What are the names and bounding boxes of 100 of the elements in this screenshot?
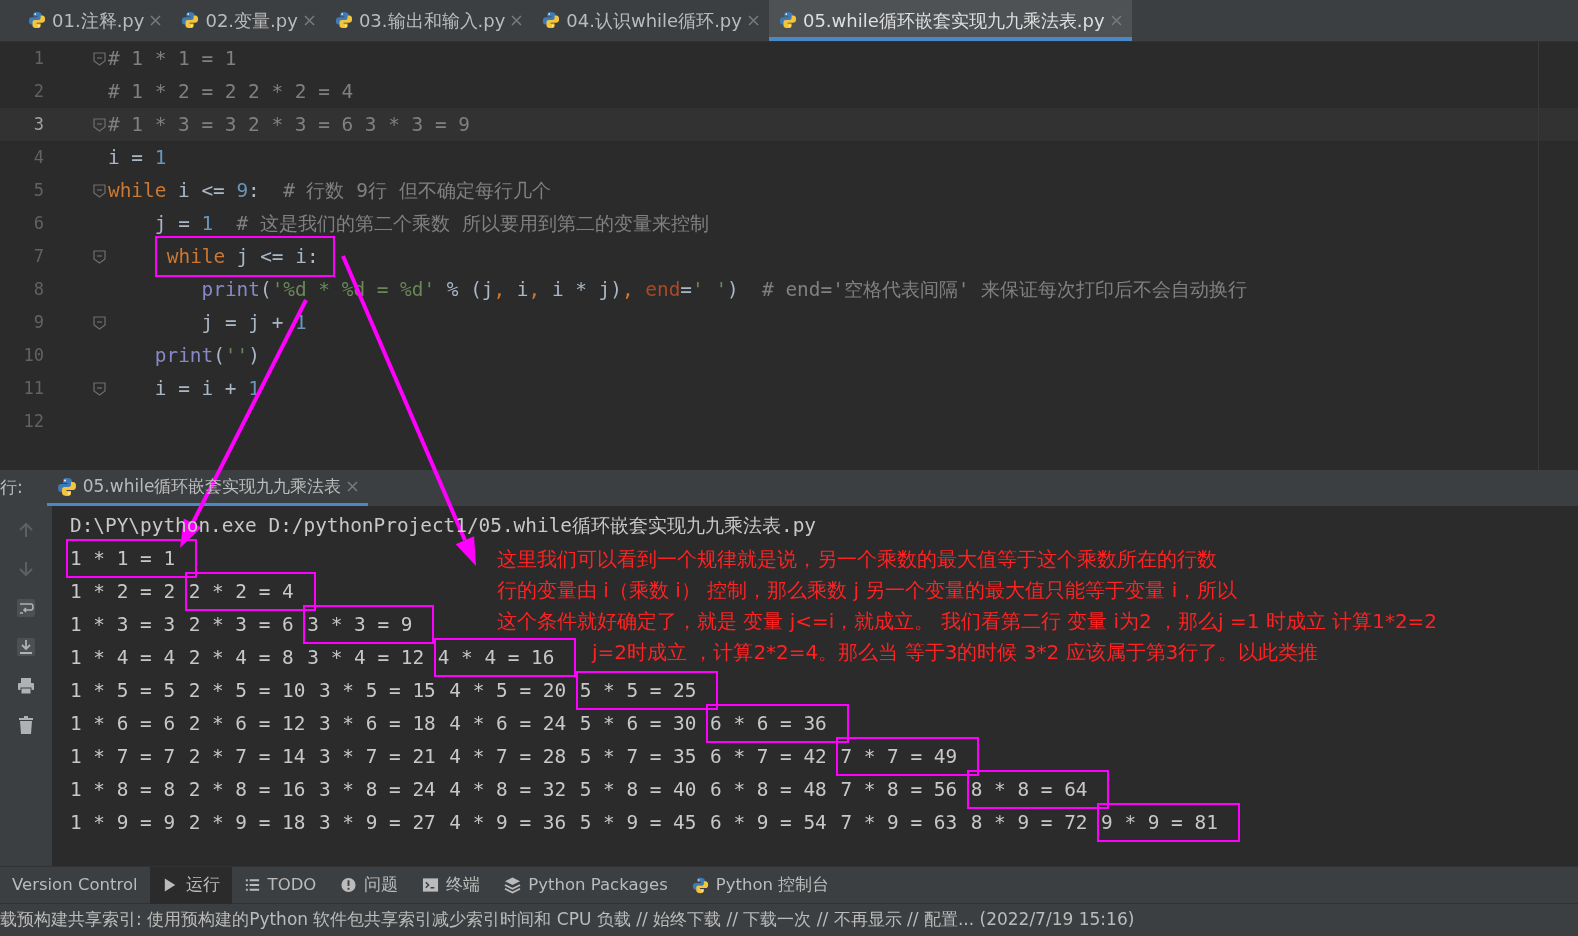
python-icon (691, 876, 709, 894)
output-text: 5 * 7 = 35 (578, 743, 698, 770)
output-text: 2 * 5 = 10 (187, 677, 307, 704)
line-number: 11 (22, 376, 44, 400)
tool-window-button[interactable]: Python Packages (492, 866, 680, 904)
output-text: 4 * 4 = 16 (433, 637, 577, 678)
output-text: 2 * 3 = 6 (187, 611, 295, 638)
status-text: 载预构建共享索引: 使用预构建的Python 软件包共享索引减少索引时间和 CPU 负载 // 始终下载 // 下载一次 // 不再显示 // 配置... (2022/7/19 15:16) (0, 908, 1135, 932)
output-text: 1 * 7 = 7 (69, 743, 177, 770)
output-text: 2 * 9 = 18 (187, 809, 307, 836)
annotation-text: 行的变量由 i（乘数 i） 控制，那么乘数 j 另一个变量的最大值只能等于变量 i，所以 (497, 577, 1238, 604)
output-text: 2 * 2 = 4 (184, 571, 316, 612)
editor-tab[interactable]: 01.注释.py (18, 0, 172, 41)
line-number: 2 (32, 79, 44, 103)
output-text: 1 * 5 = 5 (69, 677, 177, 704)
code-line: # 1 * 1 = 1 (108, 45, 237, 72)
editor-tab[interactable]: 04.认识while循环.py (532, 0, 769, 41)
python-icon (181, 11, 200, 29)
output-text: 3 * 5 = 15 (318, 677, 437, 704)
python-icon (28, 11, 46, 29)
output-text: 6 * 7 = 42 (709, 743, 828, 770)
code-line: print('') (154, 342, 260, 369)
close-icon[interactable] (347, 481, 359, 492)
output-text: 3 * 9 = 27 (318, 809, 437, 836)
output-text: 8 * 9 = 72 (969, 809, 1089, 836)
annotation-text: j=2时成立 ，计算2*2=4。那么当 等于3的时候 3*2 应该属于第3行了。以此类推 (592, 639, 1319, 666)
output-text: 3 * 8 = 24 (318, 776, 437, 803)
trash-icon[interactable] (16, 715, 36, 735)
fold-icon[interactable] (93, 381, 106, 396)
output-text: 4 * 6 = 24 (448, 710, 568, 737)
tool-window-button[interactable]: 终端 (410, 866, 493, 904)
close-icon[interactable] (511, 14, 523, 26)
output-text: 6 * 8 = 48 (709, 776, 828, 803)
output-text: 4 * 5 = 20 (448, 677, 568, 704)
line-number: 7 (32, 244, 44, 268)
fold-icon[interactable] (93, 183, 106, 198)
code-line: # 1 * 2 = 2 2 * 2 = 4 (108, 78, 354, 105)
close-icon[interactable] (150, 14, 162, 26)
output-text: 9 * 9 = 81 (1097, 802, 1240, 843)
line-number: 3 (32, 112, 44, 136)
line-number: 6 (32, 211, 44, 235)
line-number: 10 (22, 343, 44, 367)
fold-icon[interactable] (93, 315, 106, 330)
output-text: 5 * 6 = 30 (578, 710, 698, 737)
terminal-icon (422, 876, 440, 894)
annotation-text: 这个条件就好确定了，就是 变量 j<=i，就成立。 我们看第二行 变量 i为2 ，那么j =1 时成立 计算1*2=2 (497, 608, 1438, 635)
output-text: 3 * 4 = 12 (306, 644, 426, 671)
output-text: 1 * 3 = 3 (69, 611, 177, 638)
print-icon[interactable] (16, 676, 36, 696)
editor-tab[interactable]: 03.输出和输入.py (324, 0, 533, 41)
output-text: 5 * 8 = 40 (578, 776, 698, 803)
output-text: 1 * 6 = 6 (69, 710, 177, 737)
line-number: 8 (32, 277, 44, 301)
tool-window-button[interactable]: Python 控制台 (679, 866, 842, 904)
line-number: 12 (22, 409, 44, 433)
python-icon (334, 11, 353, 29)
code-line: while i <= 9: # 行数 9行 但不确定每行几个 (108, 177, 551, 204)
tool-window-button[interactable]: TODO (231, 866, 329, 904)
code-line: i = 1 (108, 144, 167, 171)
output-text: 6 * 9 = 54 (709, 809, 828, 836)
layers-icon (504, 876, 522, 894)
fold-icon[interactable] (93, 249, 106, 264)
tool-window-button[interactable]: Version Control (0, 866, 150, 904)
python-icon (542, 11, 561, 29)
fold-icon[interactable] (93, 117, 106, 132)
output-text: 1 * 9 = 9 (69, 809, 177, 836)
output-text: 7 * 7 = 49 (836, 736, 980, 777)
code-line: j = 1 # 这是我们的第二个乘数 所以要用到第二的变量来控制 (154, 210, 709, 237)
output-text: 1 * 2 = 2 (69, 578, 177, 605)
code-line: # 1 * 3 = 3 2 * 3 = 6 3 * 3 = 9 (108, 111, 470, 138)
output-text: 5 * 9 = 45 (578, 809, 698, 836)
output-text: 1 * 4 = 4 (69, 644, 177, 671)
close-icon[interactable] (303, 14, 315, 26)
output-text: 7 * 9 = 63 (839, 809, 959, 836)
arrow-down-icon[interactable] (16, 559, 36, 579)
scroll-end-icon[interactable] (16, 637, 36, 657)
output-text: 1 * 1 = 1 (66, 538, 198, 579)
output-text: 4 * 9 = 36 (448, 809, 568, 836)
output-text: 3 * 6 = 18 (318, 710, 437, 737)
output-text: 7 * 8 = 56 (839, 776, 959, 803)
output-text: 5 * 5 = 25 (575, 670, 719, 711)
tool-window-button[interactable]: 问题 (328, 866, 411, 904)
python-icon (56, 476, 77, 497)
close-icon[interactable] (747, 14, 759, 26)
output-text: 2 * 6 = 12 (187, 710, 307, 737)
wrap-icon[interactable] (16, 598, 36, 618)
output-text: 3 * 7 = 21 (318, 743, 437, 770)
output-text: 2 * 4 = 8 (187, 644, 295, 671)
editor-tab[interactable]: 05.while循环嵌套实现九九乘法表.py (768, 0, 1132, 41)
panel-label: 行: (0, 476, 23, 500)
python-icon (778, 11, 797, 29)
fold-icon[interactable] (93, 51, 106, 66)
output-text: 6 * 6 = 36 (706, 703, 849, 744)
tool-window-button[interactable]: 运行 (149, 866, 232, 904)
line-number: 5 (32, 178, 44, 202)
editor-tab[interactable]: 02.变量.py (171, 0, 325, 41)
output-text: 4 * 8 = 32 (448, 776, 568, 803)
annotation-text: 这里我们可以看到一个规律就是说，另一个乘数的最大值等于这个乘数所在的行数 (497, 546, 1217, 573)
close-icon[interactable] (1110, 14, 1122, 26)
line-number: 9 (32, 310, 44, 334)
